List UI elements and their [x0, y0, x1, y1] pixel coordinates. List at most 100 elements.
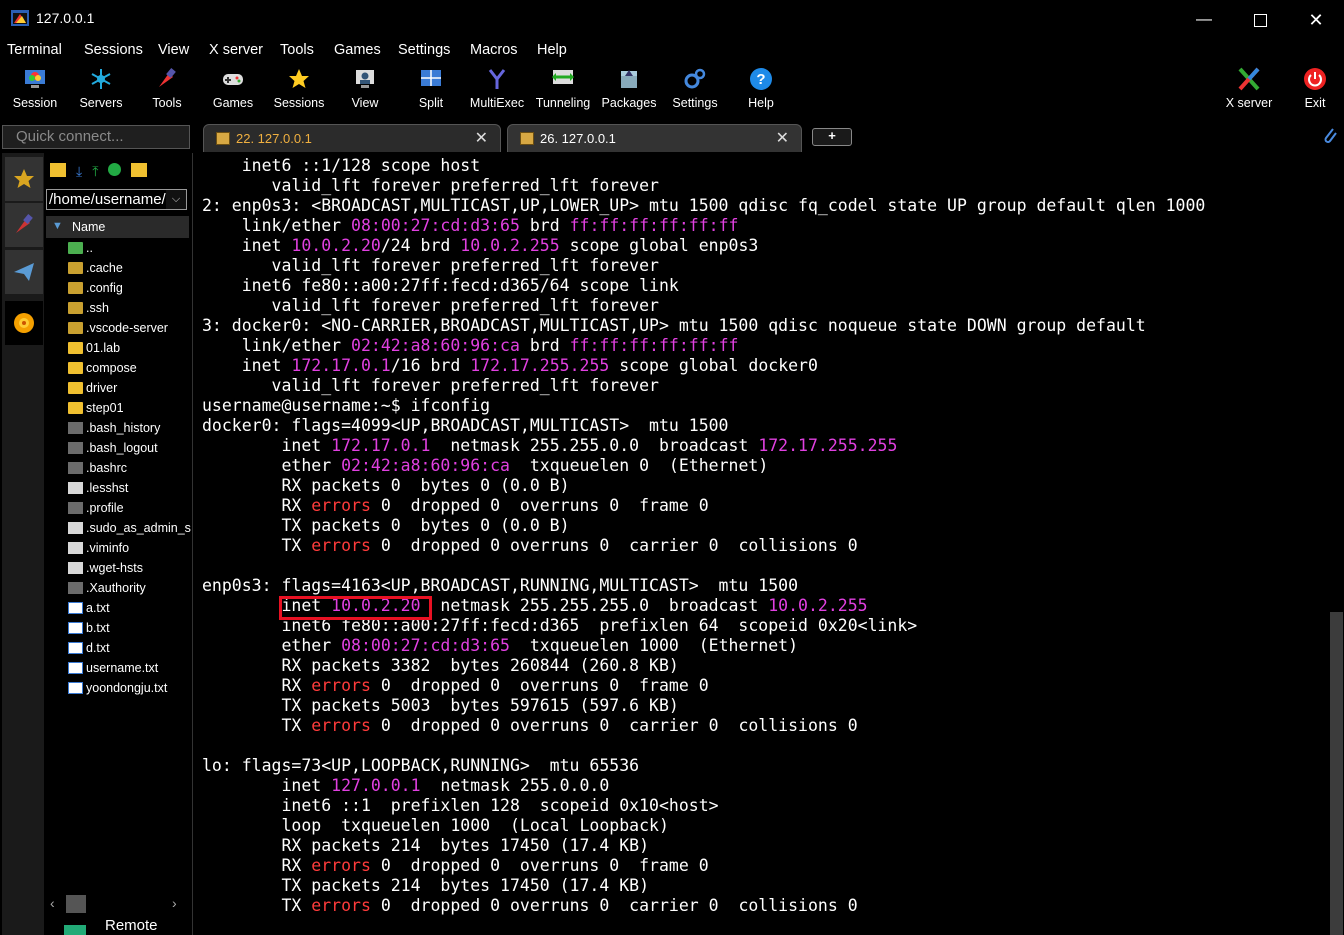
file-panel-scrollbar[interactable]: ‹ ›: [46, 893, 188, 915]
multiexec-button[interactable]: MultiExec: [464, 66, 530, 110]
menu-view[interactable]: View: [158, 42, 189, 58]
highlight-box: [279, 596, 432, 620]
file-list-item[interactable]: a.txt: [68, 601, 110, 621]
terminal-line: RX packets 0 bytes 0 (0.0 B): [202, 476, 570, 495]
file-name: .cache: [86, 261, 123, 275]
file-list-item[interactable]: .viminfo: [68, 541, 129, 561]
file-list-item[interactable]: .Xauthority: [68, 581, 146, 601]
new-tab-button[interactable]: +: [812, 128, 852, 146]
folder-up-icon[interactable]: [50, 163, 66, 177]
download-icon[interactable]: ⤓: [76, 163, 82, 181]
attach-icon[interactable]: [1320, 125, 1338, 145]
tools-button[interactable]: Tools: [134, 66, 200, 110]
file-list-item[interactable]: yoondongju.txt: [68, 681, 167, 701]
sidebar-tab-sftp[interactable]: [5, 301, 43, 345]
scroll-right-icon[interactable]: ›: [172, 895, 177, 911]
sessions-star-icon: [286, 66, 312, 92]
quick-connect-input[interactable]: Quick connect...: [2, 125, 190, 149]
file-list-item[interactable]: .ssh: [68, 301, 109, 321]
new-folder-icon[interactable]: [131, 163, 148, 177]
settings-button[interactable]: Settings: [662, 66, 728, 110]
scroll-thumb[interactable]: [66, 895, 86, 913]
session-icon: [22, 66, 48, 92]
xserver-icon: [1236, 66, 1262, 92]
file-list-item[interactable]: .profile: [68, 501, 124, 521]
close-tab-icon[interactable]: ✕: [776, 128, 789, 148]
menu-sessions[interactable]: Sessions: [84, 42, 143, 58]
file-list-item[interactable]: b.txt: [68, 621, 110, 641]
file-icon: [68, 542, 83, 554]
sidebar-tab-macros[interactable]: [5, 250, 43, 294]
folder-icon: [68, 342, 83, 354]
sidebar-tab-sessions[interactable]: [5, 157, 43, 201]
folder-icon: [68, 262, 83, 274]
packages-button[interactable]: Packages: [596, 66, 662, 110]
file-list-item[interactable]: driver: [68, 381, 117, 401]
file-icon: [68, 442, 83, 454]
sidebar-tabs: [2, 153, 44, 935]
tools-icon: [154, 66, 180, 92]
file-list-item[interactable]: ..: [68, 241, 93, 261]
games-button[interactable]: Games: [200, 66, 266, 110]
close-button[interactable]: ✕: [1288, 0, 1344, 40]
terminal-line: link/ether 02:42:a8:60:96:ca brd ff:ff:f…: [202, 336, 739, 355]
menu-x-server[interactable]: X server: [209, 42, 263, 58]
file-icon: [68, 502, 83, 514]
terminal-scroll-thumb[interactable]: [1330, 612, 1343, 935]
file-list-item[interactable]: .sudo_as_admin_s: [68, 521, 191, 541]
file-name: .viminfo: [86, 541, 130, 555]
menu-terminal[interactable]: Terminal: [7, 42, 62, 58]
menu-games[interactable]: Games: [334, 42, 381, 58]
file-icon: [68, 422, 83, 434]
sessions-button[interactable]: Sessions: [266, 66, 332, 110]
view-button[interactable]: View: [332, 66, 398, 110]
session-button[interactable]: Session: [2, 66, 68, 110]
terminal-line: 2: enp0s3: <BROADCAST,MULTICAST,UP,LOWER…: [202, 196, 1206, 215]
file-list-item[interactable]: .wget-hsts: [68, 561, 143, 581]
sidebar-tab-tools[interactable]: [5, 203, 43, 247]
exit-button[interactable]: Exit: [1282, 66, 1344, 110]
split-button[interactable]: Split: [398, 66, 464, 110]
folder-icon: [68, 302, 83, 314]
servers-button[interactable]: Servers: [68, 66, 134, 110]
tab-session-22[interactable]: 22. 127.0.0.1 ✕: [203, 124, 501, 152]
star-icon: [14, 169, 34, 188]
terminal-output[interactable]: inet6 ::1/128 scope host valid_lft forev…: [195, 153, 1329, 935]
tunneling-button[interactable]: Tunneling: [530, 66, 596, 110]
xserver-button[interactable]: X server: [1216, 66, 1282, 110]
minimize-button[interactable]: —: [1176, 0, 1232, 40]
file-list-item[interactable]: .bash_history: [68, 421, 160, 441]
terminal-line: enp0s3: flags=4163<UP,BROADCAST,RUNNING,…: [202, 576, 799, 595]
file-list-item[interactable]: compose: [68, 361, 137, 381]
file-list-item[interactable]: .config: [68, 281, 123, 301]
column-name-label: Name: [72, 220, 106, 234]
file-list-item[interactable]: .lesshst: [68, 481, 128, 501]
menu-tools[interactable]: Tools: [280, 42, 314, 58]
file-column-header[interactable]: ▼ Name: [46, 216, 189, 238]
help-button[interactable]: ? Help: [728, 66, 794, 110]
power-icon: [1302, 66, 1328, 92]
upload-icon[interactable]: ⤒: [92, 163, 98, 181]
menu-help[interactable]: Help: [537, 42, 567, 58]
refresh-icon[interactable]: [108, 163, 122, 176]
file-list-item[interactable]: .cache: [68, 261, 123, 281]
scroll-left-icon[interactable]: ‹: [50, 895, 55, 911]
file-list-item[interactable]: .bash_logout: [68, 441, 158, 461]
minimize-icon: —: [1196, 11, 1212, 28]
terminal-line: valid_lft forever preferred_lft forever: [202, 256, 659, 275]
file-list-item[interactable]: .vscode-server: [68, 321, 168, 341]
maximize-button[interactable]: [1232, 0, 1288, 40]
file-list-item[interactable]: username.txt: [68, 661, 158, 681]
folder-icon: [68, 362, 83, 374]
close-tab-icon[interactable]: ✕: [475, 128, 488, 148]
path-dropdown-icon[interactable]: ⌵: [166, 190, 186, 209]
file-list-item[interactable]: d.txt: [68, 641, 110, 661]
file-list-item[interactable]: .bashrc: [68, 461, 127, 481]
menu-macros[interactable]: Macros: [470, 42, 518, 58]
file-name: username.txt: [86, 661, 159, 675]
terminal-line: inet6 fe80::a00:27ff:fecd:d365/64 scope …: [202, 276, 679, 295]
file-list-item[interactable]: 01.lab: [68, 341, 120, 361]
file-list-item[interactable]: step01: [68, 401, 124, 421]
tab-session-26[interactable]: 26. 127.0.0.1 ✕: [507, 124, 802, 152]
menu-settings[interactable]: Settings: [398, 42, 450, 58]
